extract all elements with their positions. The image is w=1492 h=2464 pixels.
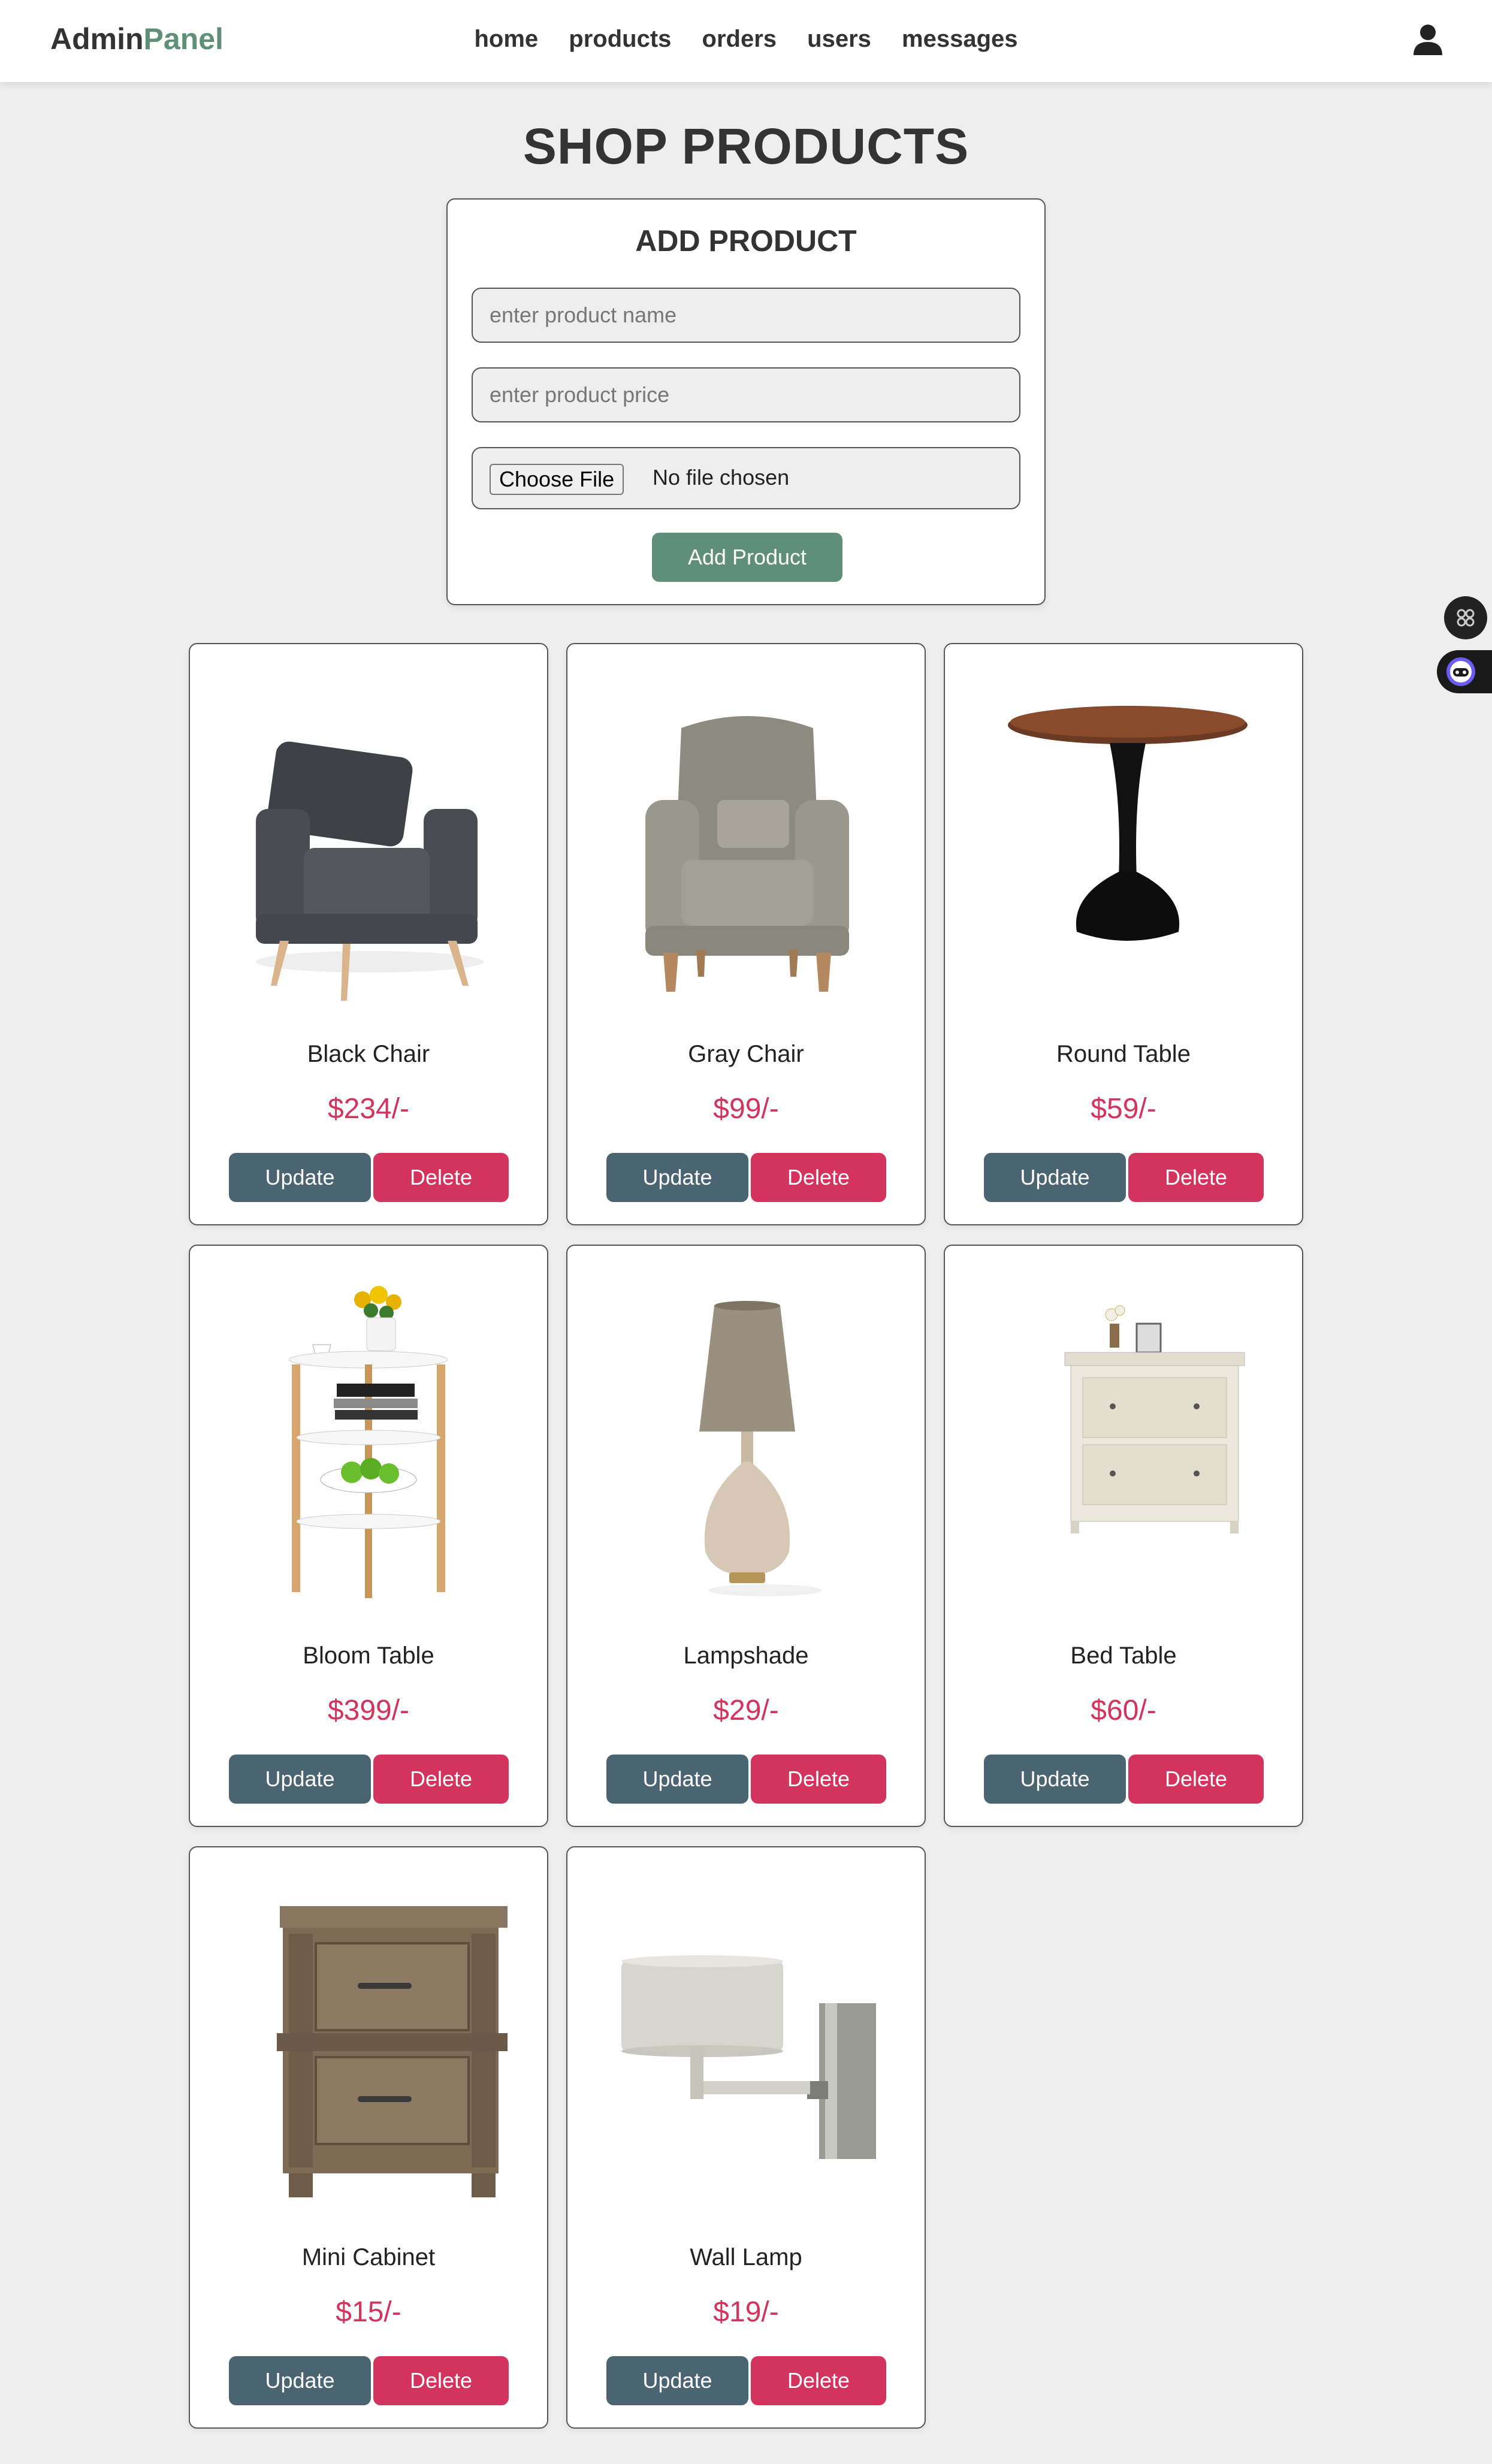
delete-button[interactable]: Delete xyxy=(373,1755,509,1804)
armchair-gray-icon xyxy=(645,716,849,992)
product-price: $59/- xyxy=(1091,1093,1156,1125)
product-card: Lampshade $29/- Update Delete xyxy=(566,1245,926,1827)
round-table-icon xyxy=(1008,706,1248,941)
nav-messages[interactable]: messages xyxy=(902,26,1017,52)
product-name-input[interactable] xyxy=(472,288,1020,343)
delete-button[interactable]: Delete xyxy=(1128,1153,1264,1202)
product-price: $60/- xyxy=(1091,1695,1156,1726)
wall-lamp-icon xyxy=(621,1955,876,2159)
choose-file-button[interactable]: Choose File xyxy=(490,464,624,495)
apps-icon[interactable] xyxy=(1444,596,1487,639)
product-card: Black Chair $234/- Update Delete xyxy=(189,643,548,1225)
product-card: Mini Cabinet $15/- Update Delete xyxy=(189,1846,548,2429)
product-card: Gray Chair $99/- Update Delete xyxy=(566,643,926,1225)
product-price: $15/- xyxy=(336,2296,401,2328)
nav-home[interactable]: home xyxy=(474,26,538,52)
product-price: $399/- xyxy=(327,1695,410,1726)
update-button[interactable]: Update xyxy=(606,1755,748,1804)
update-button[interactable]: Update xyxy=(984,1153,1126,1202)
update-button[interactable]: Update xyxy=(606,1153,748,1202)
assistant-bot-icon[interactable] xyxy=(1437,650,1492,693)
product-card: Bloom Table $399/- Update Delete xyxy=(189,1245,548,1827)
page-title: SHOP PRODUCTS xyxy=(522,118,970,174)
wooden-cabinet-icon xyxy=(277,1906,508,2197)
add-product-button[interactable]: Add Product xyxy=(652,533,842,582)
product-name: Black Chair xyxy=(307,1041,430,1067)
update-button[interactable]: Update xyxy=(229,2356,371,2405)
product-price: $19/- xyxy=(713,2296,779,2328)
delete-button[interactable]: Delete xyxy=(1128,1755,1264,1804)
side-table-flowers-icon xyxy=(289,1286,448,1598)
delete-button[interactable]: Delete xyxy=(751,2356,886,2405)
user-icon[interactable] xyxy=(1411,23,1445,56)
product-price: $29/- xyxy=(713,1695,779,1726)
product-name: Round Table xyxy=(1056,1041,1191,1067)
product-name: Bed Table xyxy=(1070,1642,1177,1669)
nav-users[interactable]: users xyxy=(807,26,871,52)
update-button[interactable]: Update xyxy=(984,1755,1126,1804)
nav-products[interactable]: products xyxy=(569,26,671,52)
product-price: $99/- xyxy=(713,1093,779,1125)
product-card: Bed Table $60/- Update Delete xyxy=(944,1245,1303,1827)
product-name: Lampshade xyxy=(683,1642,809,1669)
add-product-title: ADD PRODUCT xyxy=(635,224,857,258)
delete-button[interactable]: Delete xyxy=(373,1153,509,1202)
product-name: Mini Cabinet xyxy=(301,2244,436,2270)
top-header: AdminPanel home products orders users me… xyxy=(0,0,1492,82)
table-lamp-icon xyxy=(699,1301,822,1596)
product-price: $234/- xyxy=(327,1093,410,1125)
add-product-form: ADD PRODUCT Choose File No file chosen A… xyxy=(446,198,1046,605)
product-name: Wall Lamp xyxy=(690,2244,802,2270)
update-button[interactable]: Update xyxy=(229,1755,371,1804)
product-name: Bloom Table xyxy=(303,1642,434,1669)
delete-button[interactable]: Delete xyxy=(751,1755,886,1804)
armchair-dark-icon xyxy=(256,741,484,1001)
product-image-file-field: Choose File No file chosen xyxy=(472,447,1020,509)
update-button[interactable]: Update xyxy=(229,1153,371,1202)
product-card: Round Table $59/- Update Delete xyxy=(944,643,1303,1225)
product-name: Gray Chair xyxy=(688,1041,804,1067)
main-nav: home products orders users messages xyxy=(0,26,1492,53)
file-status: No file chosen xyxy=(653,465,790,490)
delete-button[interactable]: Delete xyxy=(751,1153,886,1202)
product-price-input[interactable] xyxy=(472,367,1020,422)
update-button[interactable]: Update xyxy=(606,2356,748,2405)
product-card: Wall Lamp $19/- Update Delete xyxy=(566,1846,926,2429)
delete-button[interactable]: Delete xyxy=(373,2356,509,2405)
nav-orders[interactable]: orders xyxy=(702,26,777,52)
nightstand-white-icon xyxy=(1064,1305,1245,1533)
